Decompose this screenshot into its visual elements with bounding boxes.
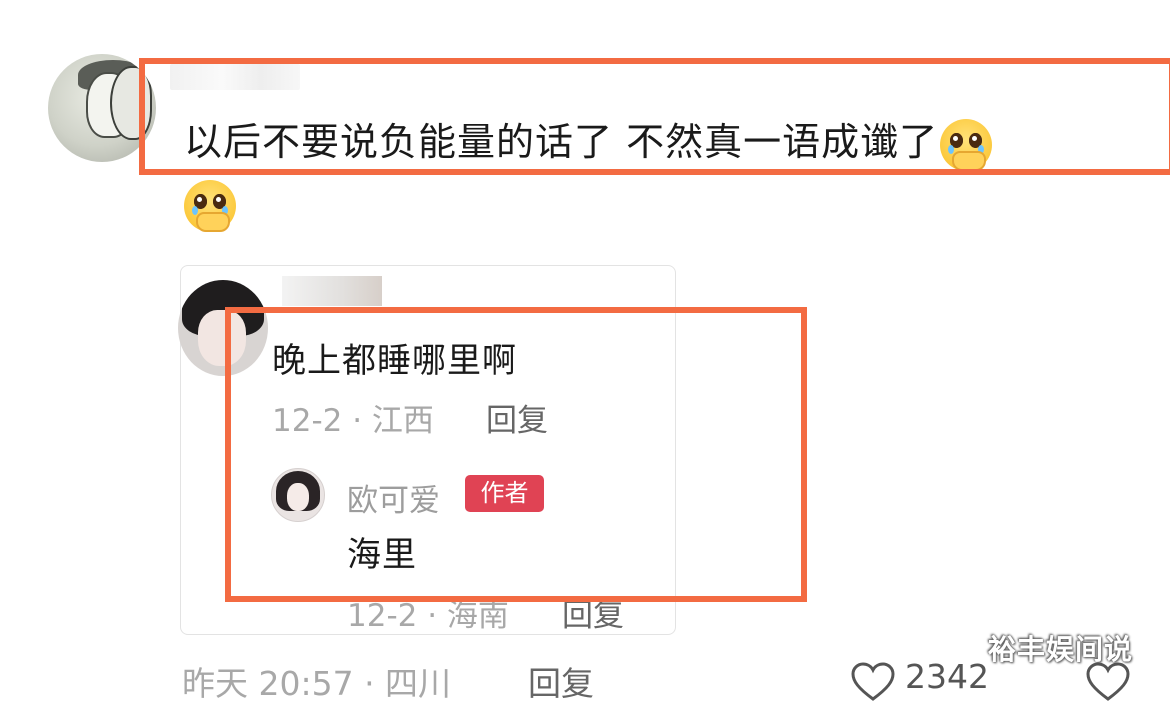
highlight-box-reply xyxy=(225,307,807,602)
like-heart-icon[interactable] xyxy=(850,662,896,702)
watermark: 裕丰娱间说 xyxy=(988,633,1134,666)
like-count: 2342 xyxy=(905,657,989,696)
dislike-heart-icon[interactable] xyxy=(1085,662,1131,702)
highlight-box-comment xyxy=(139,58,1170,175)
pleading-emoji-icon xyxy=(182,178,238,234)
replier-name-redacted xyxy=(282,276,382,306)
comment-meta: 昨天 20:57 · 四川 xyxy=(182,664,452,703)
comment-reply-button[interactable]: 回复 xyxy=(528,657,594,705)
